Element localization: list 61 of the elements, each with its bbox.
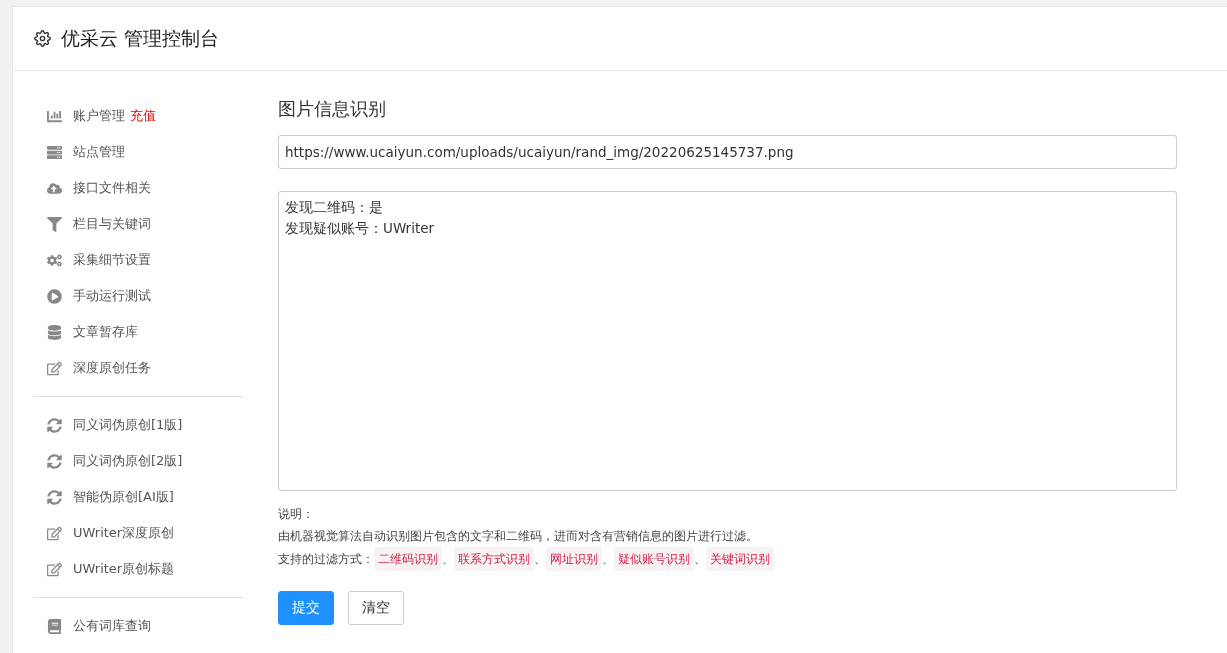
edit-icon bbox=[45, 561, 63, 577]
sidebar-item[interactable]: UWriter深度原创 bbox=[33, 515, 243, 551]
sidebar-item-label: 文章暂存库 bbox=[73, 323, 138, 341]
filter-tag: 二维码识别 bbox=[374, 547, 442, 571]
sidebar-item-label: 同义词伪原创[2版] bbox=[73, 452, 183, 470]
bar-chart-icon bbox=[45, 108, 63, 124]
filter-tag: 疑似账号识别 bbox=[614, 547, 694, 571]
separator-text: 、 bbox=[602, 551, 614, 568]
page-title: 图片信息识别 bbox=[278, 97, 387, 121]
sidebar-item-label: 公有词库查询 bbox=[73, 617, 151, 635]
separator-text: 、 bbox=[442, 551, 454, 568]
refresh-icon bbox=[45, 453, 63, 469]
sidebar-item[interactable]: 同义词伪原创[2版] bbox=[33, 443, 243, 479]
url-field[interactable]: https://www.ucaiyun.com/uploads/ucaiyun/rand_img/20220625145737.png bbox=[278, 135, 1177, 169]
filter-icon bbox=[45, 216, 63, 232]
clear-button[interactable]: 清空 bbox=[348, 591, 404, 625]
filter-tag: 关键词识别 bbox=[706, 547, 774, 571]
play-icon bbox=[45, 288, 63, 304]
sidebar-item[interactable]: 采集细节设置 bbox=[33, 242, 243, 278]
sidebar-item[interactable]: 站点管理 bbox=[33, 134, 243, 170]
separator-text: 、 bbox=[534, 551, 546, 568]
sidebar-item-label: 接口文件相关 bbox=[73, 179, 151, 197]
note-text: 由机器视觉算法自动识别图片包含的文字和二维码，进而对含有营销信息的图片进行过滤。 bbox=[278, 528, 758, 545]
sidebar-item-label: 深度原创任务 bbox=[73, 359, 151, 377]
sidebar-item-label: 同义词伪原创[1版] bbox=[73, 416, 183, 434]
filter-tag: 网址识别 bbox=[546, 547, 602, 571]
sidebar-item[interactable]: 同义词伪原创[1版] bbox=[33, 407, 243, 443]
edit-icon bbox=[45, 525, 63, 541]
edit-icon bbox=[45, 360, 63, 376]
filters-label: 支持的过滤方式： bbox=[278, 551, 374, 568]
separator-text: 、 bbox=[694, 551, 706, 568]
sidebar-item[interactable]: 智能伪原创[AI版] bbox=[33, 479, 243, 515]
sidebar-item[interactable]: 账户管理 充值 bbox=[33, 98, 243, 134]
sidebar-item[interactable]: 手动运行测试 bbox=[33, 278, 243, 314]
sidebar-item-label: 智能伪原创[AI版] bbox=[73, 488, 174, 506]
sidebar-item-label: 栏目与关键词 bbox=[73, 215, 151, 233]
sidebar-item-label: 账户管理 bbox=[73, 107, 125, 125]
sidebar-item[interactable]: 文章暂存库 bbox=[33, 314, 243, 350]
settings-icon bbox=[34, 30, 51, 47]
book-icon bbox=[45, 618, 63, 634]
sidebar-item[interactable]: 深度原创任务 bbox=[33, 350, 243, 386]
database-icon bbox=[45, 324, 63, 340]
recharge-link[interactable]: 充值 bbox=[130, 107, 156, 125]
cloud-upload-icon bbox=[45, 180, 63, 196]
sidebar-item-label: UWriter深度原创 bbox=[73, 524, 175, 542]
refresh-icon bbox=[45, 417, 63, 433]
filter-tag: 联系方式识别 bbox=[454, 547, 534, 571]
sidebar-item-label: 手动运行测试 bbox=[73, 287, 151, 305]
console-title: 优采云 管理控制台 bbox=[61, 25, 220, 51]
sidebar-item-label: 站点管理 bbox=[73, 143, 125, 161]
sidebar-item[interactable]: UWriter原创标题 bbox=[33, 551, 243, 587]
refresh-icon bbox=[45, 489, 63, 505]
gears-icon bbox=[45, 252, 63, 268]
sidebar-item[interactable]: 接口文件相关 bbox=[33, 170, 243, 206]
sidebar-item[interactable]: 栏目与关键词 bbox=[33, 206, 243, 242]
sidebar-item[interactable]: 公有词库查询 bbox=[33, 608, 243, 644]
note-label: 说明： bbox=[278, 506, 314, 523]
server-icon bbox=[45, 144, 63, 160]
sidebar-item-label: UWriter原创标题 bbox=[73, 560, 175, 578]
sidebar-item-label: 采集细节设置 bbox=[73, 251, 151, 269]
result-textarea[interactable]: 发现二维码：是 发现疑似账号：UWriter bbox=[278, 191, 1177, 491]
